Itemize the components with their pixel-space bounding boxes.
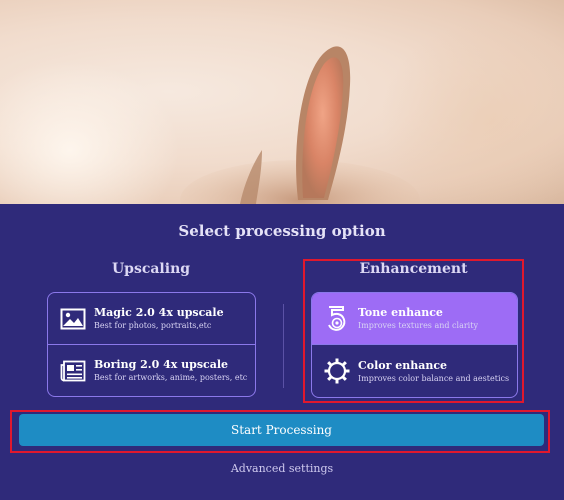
start-button-highlight-box	[10, 410, 550, 453]
panel-title: Select processing option	[178, 222, 386, 240]
boring-upscale-option[interactable]: Boring 2.0 4x upscale Best for artworks,…	[48, 344, 255, 396]
rabbit-ear-illustration	[180, 46, 420, 204]
option-description: Best for artworks, anime, posters, etc	[94, 373, 248, 382]
preview-image	[0, 0, 564, 204]
enhancement-highlight-box	[303, 259, 524, 403]
option-name: Magic 2.0 4x upscale	[94, 306, 224, 319]
option-description: Best for photos, portraits,etc	[94, 321, 212, 330]
newspaper-icon	[60, 358, 86, 384]
upscaling-heading: Upscaling	[111, 261, 191, 277]
upscaling-options: Magic 2.0 4x upscale Best for photos, po…	[47, 292, 256, 397]
advanced-settings-link[interactable]: Advanced settings	[0, 462, 564, 475]
column-divider	[283, 304, 284, 388]
magic-upscale-option[interactable]: Magic 2.0 4x upscale Best for photos, po…	[48, 293, 255, 344]
image-icon	[60, 306, 86, 332]
processing-panel: Select processing option Upscaling Enhan…	[0, 204, 564, 500]
option-name: Boring 2.0 4x upscale	[94, 358, 229, 371]
